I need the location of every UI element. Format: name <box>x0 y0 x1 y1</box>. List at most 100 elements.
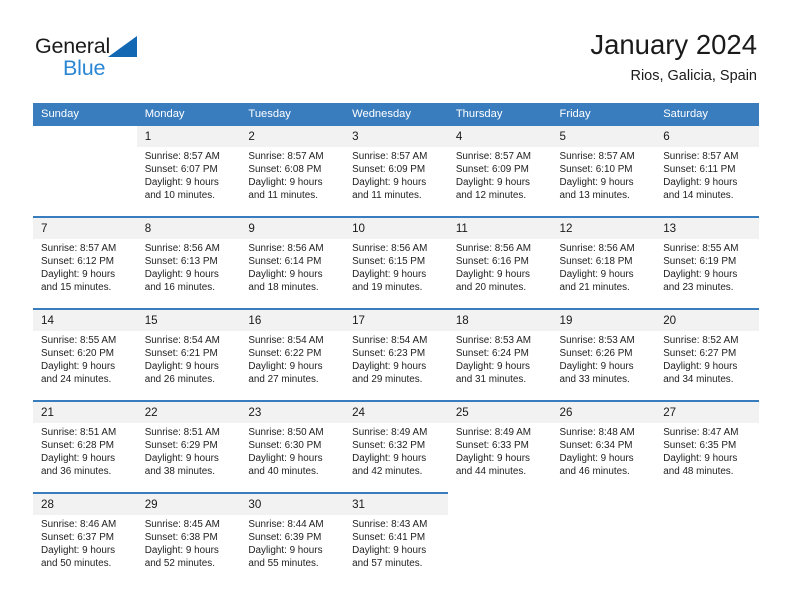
day-number[interactable]: 16 <box>240 308 345 331</box>
day-detail-empty <box>33 147 137 217</box>
day-detail: Sunrise: 8:56 AM Sunset: 6:18 PM Daylight:… <box>551 239 656 309</box>
day-number[interactable]: 31 <box>344 492 448 515</box>
day-number[interactable]: 3 <box>344 126 448 147</box>
day-number[interactable]: 5 <box>551 126 656 147</box>
day-detail-line: Daylight: 9 hours <box>559 177 634 189</box>
day-detail-line: Sunset: 6:32 PM <box>352 440 426 452</box>
day-detail-line: Daylight: 9 hours <box>455 177 530 189</box>
title-block: January 2024 Rios, Galicia, Spain <box>590 28 757 87</box>
day-number[interactable]: 17 <box>344 308 448 331</box>
day-detail-line: Daylight: 9 hours <box>41 453 116 465</box>
day-detail-line: Daylight: 9 hours <box>455 453 530 465</box>
day-number[interactable]: 29 <box>136 492 241 515</box>
day-detail-line: and 24 minutes. <box>41 374 112 386</box>
day-detail-line: Sunset: 6:29 PM <box>144 440 218 452</box>
day-detail-line: Sunrise: 8:49 AM <box>352 427 428 438</box>
day-number[interactable]: 9 <box>240 216 345 239</box>
day-detail: Sunrise: 8:46 AM Sunset: 6:37 PM Daylight:… <box>33 515 137 584</box>
day-detail-line: and 19 minutes. <box>352 282 423 294</box>
day-detail-line: Sunset: 6:23 PM <box>352 348 426 360</box>
day-number[interactable]: 2 <box>240 126 345 147</box>
day-detail-line: Sunrise: 8:48 AM <box>559 427 635 438</box>
day-number[interactable]: 30 <box>240 492 345 515</box>
day-detail-line: Sunset: 6:27 PM <box>663 348 737 360</box>
day-detail-line: Daylight: 9 hours <box>248 545 323 557</box>
week-info-row: Sunrise: 8:57 AM Sunset: 6:07 PM Daylight:… <box>33 147 759 217</box>
day-detail: Sunrise: 8:47 AM Sunset: 6:35 PM Daylight:… <box>655 423 759 493</box>
weekday-header-thursday: Thursday <box>447 103 552 126</box>
day-number[interactable]: 10 <box>344 216 448 239</box>
day-detail-line: Sunset: 6:07 PM <box>144 164 218 176</box>
day-detail-line: Daylight: 9 hours <box>455 361 530 373</box>
week-info-row: Sunrise: 8:51 AM Sunset: 6:28 PM Daylight:… <box>33 423 759 493</box>
day-number[interactable]: 27 <box>655 400 759 423</box>
day-detail-line: Sunrise: 8:45 AM <box>144 519 220 530</box>
day-number[interactable]: 23 <box>240 400 345 423</box>
weekday-header-wednesday: Wednesday <box>344 103 448 126</box>
day-number[interactable]: 6 <box>655 126 759 147</box>
day-detail-line: Sunset: 6:19 PM <box>663 256 737 268</box>
day-detail-line: Sunrise: 8:57 AM <box>248 151 324 162</box>
day-detail-line: Sunrise: 8:56 AM <box>455 243 532 254</box>
day-number[interactable]: 19 <box>551 308 656 331</box>
day-detail: Sunrise: 8:57 AM Sunset: 6:09 PM Daylight:… <box>344 147 448 217</box>
day-number[interactable]: 7 <box>33 216 137 239</box>
day-number[interactable]: 8 <box>136 216 241 239</box>
day-detail-line: Sunset: 6:37 PM <box>41 532 115 544</box>
day-detail-line: Daylight: 9 hours <box>41 361 116 373</box>
weekday-header-tuesday: Tuesday <box>240 103 345 126</box>
day-detail-line: Sunrise: 8:43 AM <box>352 519 428 530</box>
day-detail-line: Sunset: 6:09 PM <box>455 164 529 176</box>
day-detail-line: Sunset: 6:30 PM <box>248 440 322 452</box>
day-detail-line: Daylight: 9 hours <box>352 361 427 373</box>
day-cell-empty <box>655 492 759 515</box>
day-detail-line: Daylight: 9 hours <box>663 177 738 189</box>
calendar-body: 1 2 3 4 5 6 Sunrise: 8:57 AM Sunset: 6:07 PM Day… <box>33 126 759 584</box>
day-number[interactable]: 18 <box>447 308 552 331</box>
day-detail: Sunrise: 8:56 AM Sunset: 6:14 PM Daylight:… <box>240 239 345 309</box>
day-detail-line: and 16 minutes. <box>144 282 215 294</box>
day-detail-line: and 18 minutes. <box>248 282 319 294</box>
day-detail-line: and 10 minutes. <box>144 190 215 202</box>
day-detail-line: Sunset: 6:08 PM <box>248 164 322 176</box>
day-detail-line: Sunset: 6:39 PM <box>248 532 322 544</box>
day-number[interactable]: 4 <box>447 126 552 147</box>
day-number[interactable]: 28 <box>33 492 137 515</box>
day-detail-line: Sunrise: 8:57 AM <box>41 243 117 254</box>
day-number[interactable]: 13 <box>655 216 759 239</box>
day-detail-line: Daylight: 9 hours <box>144 453 219 465</box>
generalblue-logo[interactable]: General Blue <box>35 34 215 86</box>
day-number[interactable]: 20 <box>655 308 759 331</box>
day-detail-line: and 46 minutes. <box>559 466 630 478</box>
day-detail: Sunrise: 8:51 AM Sunset: 6:28 PM Daylight:… <box>33 423 137 493</box>
day-detail-line: Sunset: 6:28 PM <box>41 440 115 452</box>
day-detail-line: Sunrise: 8:44 AM <box>248 519 324 530</box>
day-detail-line: Sunrise: 8:54 AM <box>144 335 220 346</box>
day-number[interactable]: 25 <box>447 400 552 423</box>
week-info-row: Sunrise: 8:57 AM Sunset: 6:12 PM Daylight:… <box>33 239 759 309</box>
day-number[interactable]: 1 <box>136 126 241 147</box>
day-number[interactable]: 26 <box>551 400 656 423</box>
day-detail-line: and 52 minutes. <box>144 558 215 570</box>
day-detail: Sunrise: 8:52 AM Sunset: 6:27 PM Daylight:… <box>655 331 759 401</box>
day-detail-empty <box>655 515 759 584</box>
day-detail-line: Daylight: 9 hours <box>144 177 219 189</box>
calendar-page: General Blue January 2024 Rios, Galicia,… <box>0 0 792 612</box>
day-detail-line: and 11 minutes. <box>248 190 318 202</box>
day-detail-line: and 14 minutes. <box>663 190 734 202</box>
day-detail-line: Sunset: 6:14 PM <box>248 256 322 268</box>
day-number[interactable]: 15 <box>136 308 241 331</box>
day-number[interactable]: 12 <box>551 216 656 239</box>
day-detail-line: Sunrise: 8:56 AM <box>559 243 635 254</box>
day-number[interactable]: 11 <box>447 216 552 239</box>
day-number[interactable]: 22 <box>136 400 241 423</box>
day-detail-line: Sunrise: 8:53 AM <box>559 335 635 346</box>
day-number[interactable]: 24 <box>344 400 448 423</box>
calendar-table: Sunday Monday Tuesday Wednesday Thursday Frid… <box>33 103 759 584</box>
day-number[interactable]: 14 <box>33 308 137 331</box>
day-detail-line: Sunset: 6:33 PM <box>455 440 529 452</box>
day-number[interactable]: 21 <box>33 400 137 423</box>
day-detail: Sunrise: 8:50 AM Sunset: 6:30 PM Daylight:… <box>240 423 345 493</box>
day-detail-line: Sunset: 6:13 PM <box>144 256 218 268</box>
day-detail: Sunrise: 8:54 AM Sunset: 6:23 PM Daylight:… <box>344 331 448 401</box>
